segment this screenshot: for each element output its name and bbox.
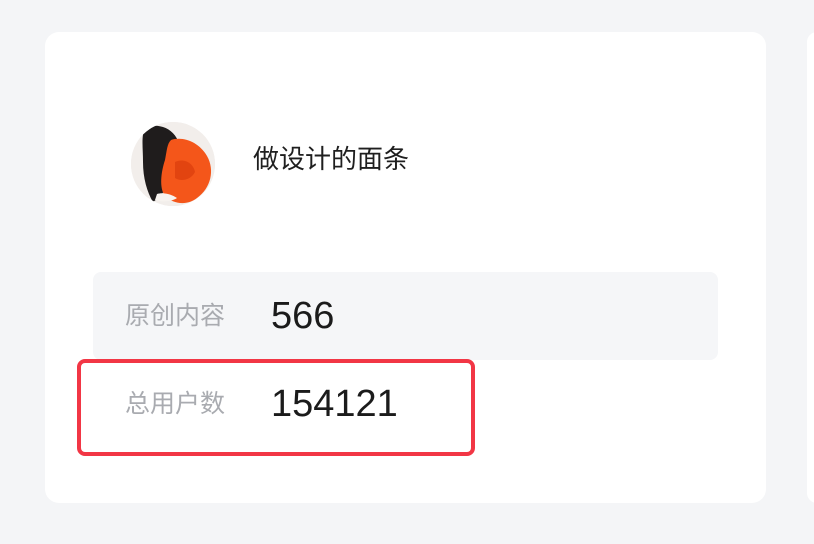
username: 做设计的面条: [253, 145, 410, 175]
avatar-image: [131, 122, 215, 206]
stat-row-original-content: 原创内容 566: [93, 272, 718, 360]
highlight-frame: [77, 359, 475, 456]
avatar[interactable]: [131, 122, 215, 206]
stat-label: 原创内容: [125, 301, 226, 330]
stat-value: 566: [271, 295, 335, 337]
adjacent-card-edge: [807, 32, 814, 503]
